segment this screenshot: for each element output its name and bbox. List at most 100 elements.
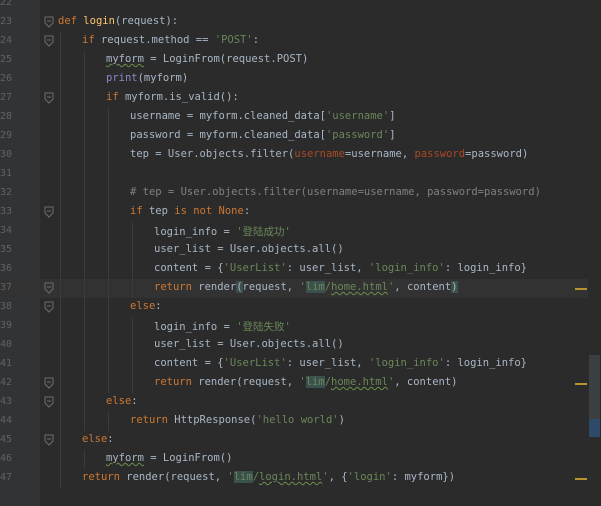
code-text[interactable]: if myform.is_valid(): xyxy=(106,91,239,103)
line-number[interactable]: 32 xyxy=(0,187,12,198)
code-text[interactable]: login_info = '登陆失败' xyxy=(154,319,291,334)
code-text[interactable]: def login(request): xyxy=(58,15,178,27)
line-number[interactable]: 37 xyxy=(0,282,12,293)
indent-guide xyxy=(60,51,61,70)
line-number[interactable]: 38 xyxy=(0,301,12,312)
code-text[interactable]: tep = User.objects.filter(username=usern… xyxy=(130,148,528,160)
code-line[interactable]: 37 return render(request, 'lim/home.html'… xyxy=(0,279,588,298)
fold-toggle-icon[interactable] xyxy=(44,301,54,313)
line-number[interactable]: 26 xyxy=(0,73,12,84)
code-text[interactable]: if tep is not None: xyxy=(130,205,250,217)
line-number[interactable]: 29 xyxy=(0,130,12,141)
code-line[interactable]: 34 login_info = '登陆成功' xyxy=(0,222,588,241)
code-line[interactable]: 25 myform = LoginFrom(request.POST) xyxy=(0,51,588,70)
code-text[interactable]: return HttpResponse('hello world') xyxy=(130,414,345,426)
code-line[interactable]: 23 def login(request): xyxy=(0,13,588,32)
code-line[interactable]: 44 return HttpResponse('hello world') xyxy=(0,412,588,431)
code-line[interactable]: 33 if tep is not None: xyxy=(0,203,588,222)
line-number[interactable]: 39 xyxy=(0,320,12,331)
code-line[interactable]: 41 content = {'UserList': user_list, 'log… xyxy=(0,355,588,374)
code-text[interactable]: user_list = User.objects.all() xyxy=(154,338,344,350)
line-number[interactable]: 44 xyxy=(0,415,12,426)
line-number[interactable]: 34 xyxy=(0,225,12,236)
code-line[interactable]: 42 return render(request, 'lim/home.html'… xyxy=(0,374,588,393)
code-line[interactable]: 45 else: xyxy=(0,431,588,450)
code-text[interactable]: else: xyxy=(106,395,138,407)
code-text[interactable]: return render(request, 'lim/home.html', … xyxy=(154,281,458,293)
line-number[interactable]: 28 xyxy=(0,111,12,122)
code-text[interactable]: else: xyxy=(130,300,162,312)
line-number[interactable]: 42 xyxy=(0,377,12,388)
warning-stripe-marker[interactable] xyxy=(575,478,587,480)
line-number[interactable]: 31 xyxy=(0,168,12,179)
fold-toggle-icon[interactable] xyxy=(44,282,54,294)
code-line[interactable]: 35 user_list = User.objects.all() xyxy=(0,241,588,260)
indent-guide xyxy=(132,355,133,374)
indent-guide xyxy=(84,146,85,165)
line-number[interactable]: 41 xyxy=(0,358,12,369)
code-line[interactable]: 43 else: xyxy=(0,393,588,412)
line-number[interactable]: 23 xyxy=(0,16,12,27)
code-line[interactable]: 38 else: xyxy=(0,298,588,317)
line-number[interactable]: 27 xyxy=(0,92,12,103)
indent-guide xyxy=(84,241,85,260)
indent-guide xyxy=(132,260,133,279)
line-number[interactable]: 43 xyxy=(0,396,12,407)
code-token: =password) xyxy=(465,148,529,160)
code-text[interactable]: content = {'UserList': user_list, 'login… xyxy=(154,262,527,274)
line-number[interactable]: 36 xyxy=(0,263,12,274)
code-line[interactable]: 29 password = myform.cleaned_data['passwo… xyxy=(0,127,588,146)
fold-toggle-icon[interactable] xyxy=(44,206,54,218)
code-line[interactable]: 27 if myform.is_valid(): xyxy=(0,89,588,108)
code-line[interactable]: 32 # tep = User.objects.filter(username=u… xyxy=(0,184,588,203)
fold-toggle-icon[interactable] xyxy=(44,377,54,389)
code-text[interactable]: myform = LoginFrom() xyxy=(106,452,232,464)
code-line[interactable]: 36 content = {'UserList': user_list, 'log… xyxy=(0,260,588,279)
scrollbar-thumb[interactable] xyxy=(589,355,600,419)
code-line[interactable]: 24 if request.method == 'POST': xyxy=(0,32,588,51)
code-line[interactable]: 31 xyxy=(0,165,588,184)
line-number[interactable]: 46 xyxy=(0,453,12,464)
code-text[interactable]: return render(request, 'lim/home.html', … xyxy=(154,376,457,388)
code-line[interactable]: 22 xyxy=(0,0,588,13)
fold-toggle-icon[interactable] xyxy=(44,16,54,28)
code-text[interactable]: return render(request, 'lim/login.html',… xyxy=(82,471,455,483)
line-number[interactable]: 35 xyxy=(0,244,12,255)
code-token: : xyxy=(252,34,260,46)
line-number[interactable]: 33 xyxy=(0,206,12,217)
line-number[interactable]: 40 xyxy=(0,339,12,350)
warning-stripe-marker[interactable] xyxy=(575,383,587,385)
code-text[interactable]: content = {'UserList': user_list, 'login… xyxy=(154,357,527,369)
code-text[interactable]: # tep = User.objects.filter(username=use… xyxy=(130,186,541,198)
code-token: home.html xyxy=(331,281,388,293)
code-text[interactable]: password = myform.cleaned_data['password… xyxy=(130,129,396,141)
indent-guide xyxy=(84,279,85,298)
code-text[interactable]: print(myform) xyxy=(106,72,188,84)
fold-toggle-icon[interactable] xyxy=(44,434,54,446)
code-text[interactable]: login_info = '登陆成功' xyxy=(154,224,291,239)
code-line[interactable]: 39 login_info = '登陆失败' xyxy=(0,317,588,336)
line-number[interactable]: 22 xyxy=(0,0,12,8)
code-line[interactable]: 47 return render(request, 'lim/login.html… xyxy=(0,469,588,488)
code-token: user_list = User.objects.all() xyxy=(154,338,344,350)
code-line[interactable]: 46 myform = LoginFrom() xyxy=(0,450,588,469)
line-number[interactable]: 24 xyxy=(0,35,12,46)
code-line[interactable]: 26 print(myform) xyxy=(0,70,588,89)
code-text[interactable]: user_list = User.objects.all() xyxy=(154,243,344,255)
code-editor[interactable]: 22 23 def login(request): 24 if request.meth… xyxy=(0,0,601,506)
fold-toggle-icon[interactable] xyxy=(44,92,54,104)
code-line[interactable]: 30 tep = User.objects.filter(username=use… xyxy=(0,146,588,165)
code-line[interactable]: 40 user_list = User.objects.all() xyxy=(0,336,588,355)
code-text[interactable]: if request.method == 'POST': xyxy=(82,34,259,46)
code-text[interactable]: myform = LoginFrom(request.POST) xyxy=(106,53,308,65)
line-number[interactable]: 45 xyxy=(0,434,12,445)
line-number[interactable]: 47 xyxy=(0,472,12,483)
code-line[interactable]: 28 username = myform.cleaned_data['userna… xyxy=(0,108,588,127)
fold-toggle-icon[interactable] xyxy=(44,35,54,47)
warning-stripe-marker[interactable] xyxy=(575,288,587,290)
code-text[interactable]: username = myform.cleaned_data['username… xyxy=(130,110,396,122)
fold-toggle-icon[interactable] xyxy=(44,396,54,408)
code-text[interactable]: else: xyxy=(82,433,114,445)
line-number[interactable]: 25 xyxy=(0,54,12,65)
line-number[interactable]: 30 xyxy=(0,149,12,160)
